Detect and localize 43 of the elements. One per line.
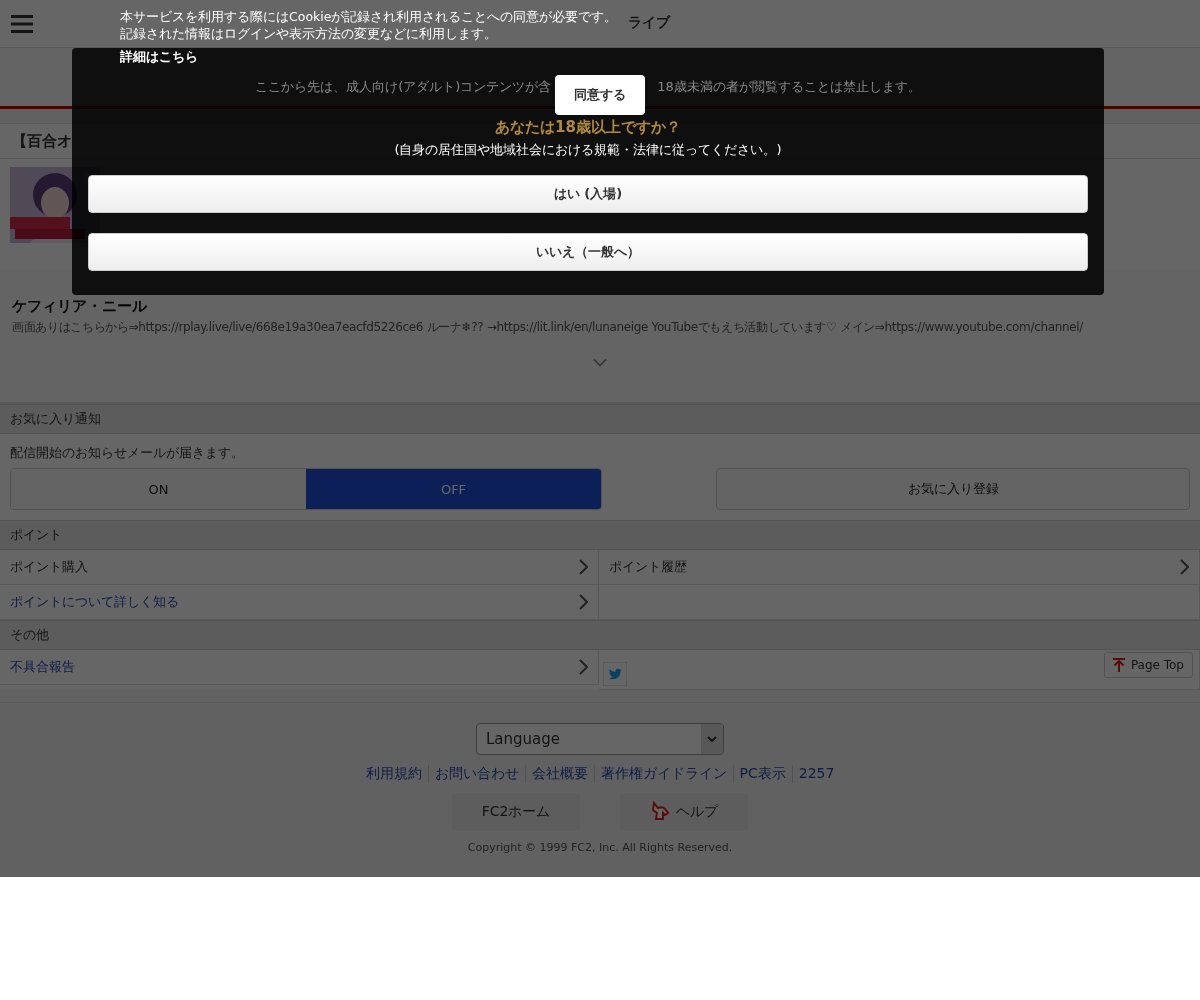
footer-link[interactable]: 利用規約	[359, 765, 429, 783]
notice-text: ここから先は、成人向け(アダルト)コンテンツが含	[255, 78, 552, 96]
age-answer-button[interactable]: いいえ（一般へ）	[88, 233, 1088, 271]
footer-link[interactable]: お問い合わせ	[428, 765, 526, 783]
bird-icon[interactable]	[603, 661, 627, 686]
favorite-register-button[interactable]: お気に入り登録	[716, 468, 1190, 510]
notice-text: 18歳未満の者が閲覧することは禁止します。	[657, 78, 921, 96]
footer-link[interactable]: 会社概要	[525, 765, 595, 783]
menu-icon[interactable]	[11, 14, 33, 33]
chevron-right-icon	[579, 594, 588, 610]
cookie-notice-text: 記録された情報はログインや表示方法の変更などに利用します。	[120, 25, 498, 42]
menu-row[interactable]: 不具合報告	[0, 650, 599, 685]
chevron-down-icon[interactable]	[593, 358, 607, 367]
note-text: 配信開始のお知らせメールが届きます。	[10, 444, 245, 462]
section-header: その他	[0, 620, 1200, 650]
menu-row[interactable]: ポイント購入	[0, 550, 599, 585]
footer-link[interactable]: 著作権ガイドライン	[594, 765, 734, 783]
chevron-right-icon	[579, 659, 588, 675]
footer-link[interactable]: PC表示	[733, 765, 793, 783]
language-select[interactable]: Language	[476, 723, 724, 755]
footer-link[interactable]: 2257	[792, 765, 841, 783]
cookie-notice-text: 本サービスを利用する際にはCookieが記録され利用されることへの同意が必要です。	[120, 8, 618, 25]
agree-button[interactable]: 同意する	[555, 75, 645, 115]
chevron-right-icon	[579, 559, 588, 575]
age-answer-button[interactable]: はい (入場)	[88, 175, 1088, 213]
menu-row[interactable]: ポイント履歴	[599, 550, 1200, 585]
arrow-up-icon	[1112, 657, 1125, 672]
footer-button[interactable]: ヘルプ	[620, 793, 749, 831]
logo-text: ライブ	[628, 14, 670, 32]
unicorn-icon	[650, 801, 671, 823]
footer-button[interactable]: FC2ホーム	[451, 793, 581, 831]
caret-icon	[707, 736, 717, 742]
toggle-option[interactable]: OFF	[306, 469, 601, 509]
section-header: お気に入り通知	[0, 404, 1200, 434]
age-question: あなたは18歳以上ですか？	[494, 118, 682, 137]
chevron-right-icon	[1180, 559, 1189, 575]
section-header: ポイント	[0, 520, 1200, 550]
copyright: Copyright © 1999 FC2, Inc. All Rights Reserved.	[467, 841, 733, 854]
page-top-button[interactable]: Page Top	[1103, 651, 1193, 678]
hint-text: (自身の居住国や地域社会における規範・法律に従ってください。)	[393, 141, 783, 159]
performer-name: ケフィリア・ニール	[12, 297, 148, 316]
stream-title: 【百合オ	[12, 131, 72, 151]
details-link[interactable]: 詳細はこちら	[120, 48, 618, 65]
